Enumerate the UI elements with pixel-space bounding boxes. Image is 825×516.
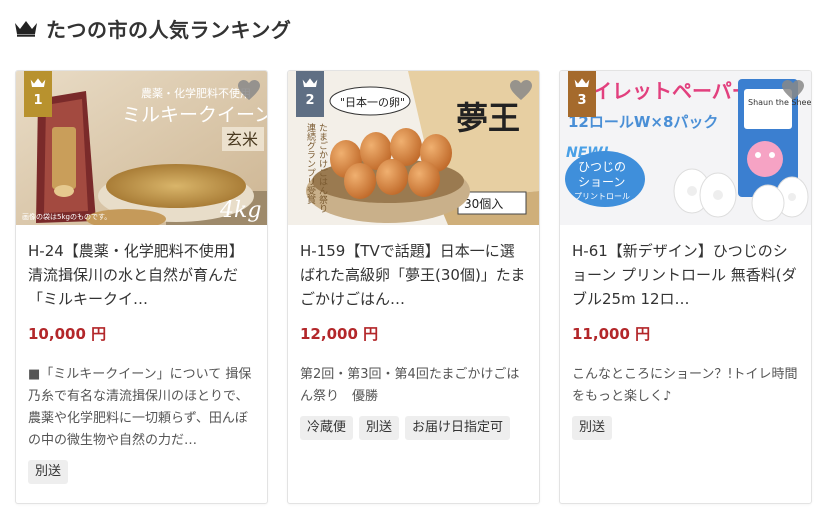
tag-list: 別送: [28, 460, 256, 484]
page-title: たつの市の人気ランキング: [46, 17, 292, 42]
image-text: 4kg: [219, 198, 261, 223]
product-name[interactable]: H-61【新デザイン】ひつじのショーン プリントロール 無香料(ダブル25m 1…: [572, 239, 800, 311]
image-text: ひつじの: [578, 160, 626, 174]
image-text: "日本一の卵": [340, 95, 405, 109]
image-text: 農薬・化学肥料不使用: [141, 86, 251, 100]
tag: 別送: [572, 416, 613, 440]
rank-number: 3: [577, 93, 587, 108]
image-text: 玄米: [226, 130, 258, 149]
product-description: こんなところにショーン？!トイレ時間をもっと楽しく♪: [572, 367, 798, 404]
product-name[interactable]: H-159【TVで話題】日本一に選ばれた高級卵「夢王(30個)」たまごかけごはん…: [300, 239, 528, 311]
image-text: たまごかけごはん祭り: [317, 123, 328, 213]
image-text: 夢王: [456, 99, 520, 137]
tag: お届け日指定可: [405, 416, 511, 440]
rank-badge: 3: [568, 71, 596, 117]
tag-list: 別送: [572, 416, 800, 440]
ranking-card-2[interactable]: 夢王 30個入 "日本一の卵" たまごかけごはん祭り 連続グランプリ受賞 2 H…: [287, 70, 540, 504]
crown-icon: [30, 78, 46, 87]
image-text: プリントロール: [574, 192, 630, 201]
rank-number: 1: [33, 93, 43, 108]
rank-badge: 2: [296, 71, 324, 117]
tag-list: 冷蔵便 別送 お届け日指定可: [300, 416, 528, 440]
heart-icon[interactable]: [781, 79, 805, 101]
crown-icon: [15, 21, 37, 37]
heart-icon[interactable]: [237, 79, 261, 101]
crown-icon: [574, 78, 590, 87]
product-description: 第2回・第3回・第4回たまごかけごはん祭り 優勝: [300, 367, 520, 404]
heart-icon[interactable]: [509, 79, 533, 101]
product-description: ■「ミルキークイーン」について 揖保乃糸で有名な清流揖保川のほとりで、農薬や化学…: [28, 367, 252, 448]
ranking-card-1[interactable]: 農薬・化学肥料不使用 ミルキークイーン 玄米 4kg 画像の袋は5kgのものです…: [15, 70, 268, 504]
image-text: イレットペーパー: [592, 79, 752, 103]
crown-icon: [302, 78, 318, 87]
rank-badge: 1: [24, 71, 52, 117]
product-price: 11,000 円: [572, 325, 651, 343]
product-price: 12,000 円: [300, 325, 379, 343]
image-text: 連続グランプリ受賞: [305, 122, 316, 205]
product-price: 10,000 円: [28, 325, 107, 343]
image-text: 30個入: [464, 197, 503, 211]
ranking-header: たつの市の人気ランキング: [14, 14, 291, 42]
image-note: 画像の袋は5kgのものです。: [22, 212, 111, 221]
tag: 別送: [359, 416, 400, 440]
product-name[interactable]: H-24【農薬・化学肥料不使用】清流揖保川の水と自然が育んだ「ミルキークイ…: [28, 239, 256, 311]
product-image-rice[interactable]: 農薬・化学肥料不使用 ミルキークイーン 玄米 4kg 画像の袋は5kgのものです…: [16, 71, 267, 225]
rank-number: 2: [305, 93, 315, 108]
image-text: ミルキークイーン: [122, 104, 267, 126]
ranking-card-3[interactable]: イレットペーパー 12ロールW×8パック Shaun the Sheep NEW…: [559, 70, 812, 504]
tag: 冷蔵便: [300, 416, 354, 440]
tag: 別送: [28, 460, 69, 484]
product-image-toilet-paper[interactable]: イレットペーパー 12ロールW×8パック Shaun the Sheep NEW…: [560, 71, 811, 225]
image-text: ショーン: [578, 175, 625, 189]
product-image-eggs[interactable]: 夢王 30個入 "日本一の卵" たまごかけごはん祭り 連続グランプリ受賞: [288, 71, 539, 225]
